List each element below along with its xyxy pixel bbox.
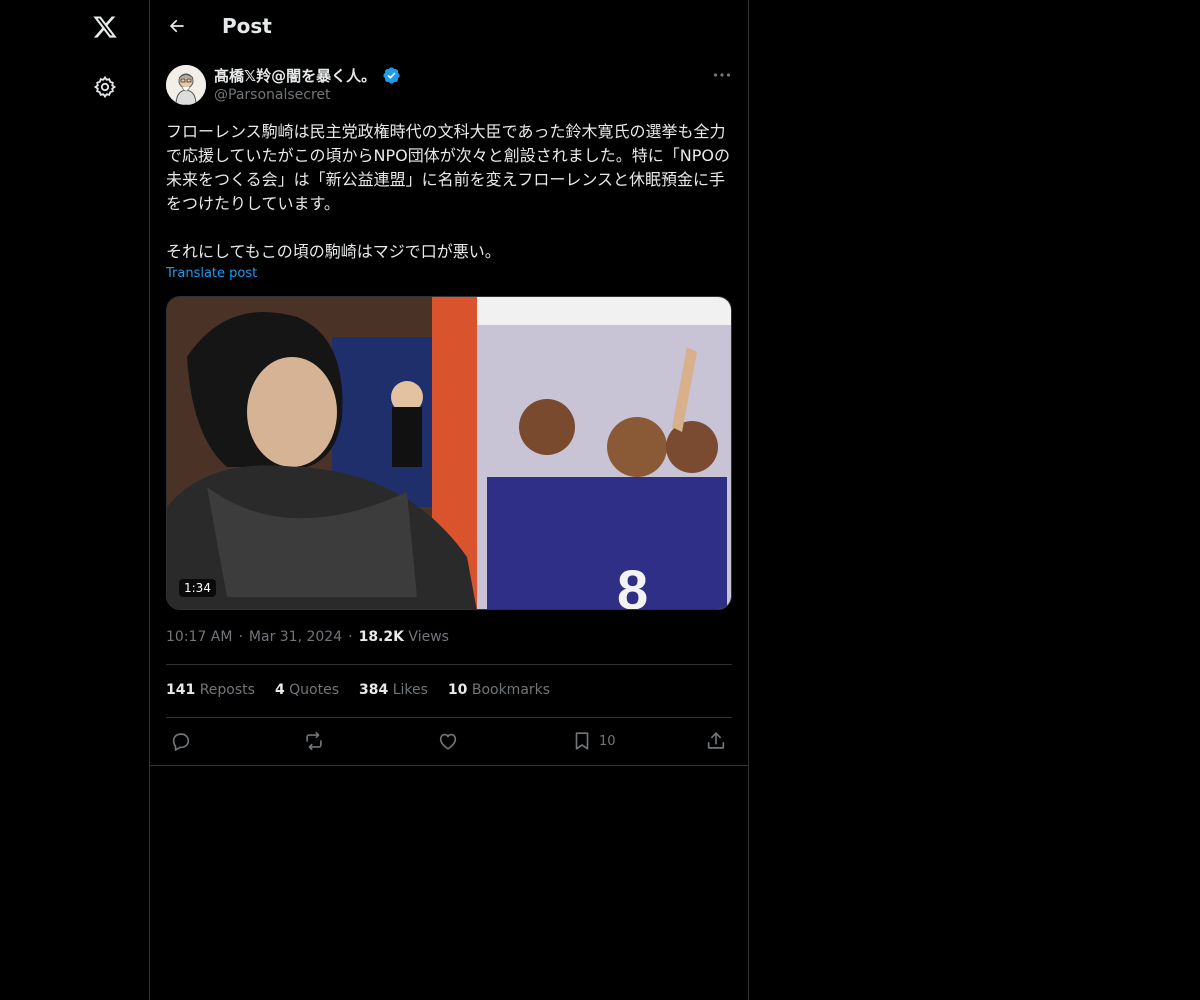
divider [150, 765, 748, 766]
divider [166, 717, 732, 718]
video-player[interactable]: 8 1:34 [166, 296, 732, 610]
bookmark-count: 10 [599, 733, 616, 749]
arrow-left-icon [170, 19, 184, 33]
views-label: Views [408, 629, 449, 645]
post-date[interactable]: Mar 31, 2024 [249, 629, 342, 645]
avatar[interactable] [166, 65, 206, 105]
quotes-stat[interactable]: 4 Quotes [275, 682, 339, 698]
video-thumbnail: 8 [167, 297, 731, 610]
more-dots-icon [713, 73, 731, 77]
bookmark-icon [575, 732, 589, 750]
repost-button[interactable] [303, 728, 325, 754]
page-title: Post [222, 14, 272, 38]
engagement-stats: 141 Reposts 4 Quotes 384 Likes 10 Bookma… [166, 682, 550, 698]
action-bar: 10 [166, 728, 732, 754]
verified-badge-icon [383, 67, 400, 84]
gear-icon[interactable] [90, 72, 120, 102]
reply-button[interactable] [170, 728, 192, 754]
post-time[interactable]: 10:17 AM [166, 629, 232, 645]
reposts-stat[interactable]: 141 Reposts [166, 682, 255, 698]
more-options-button[interactable] [710, 66, 734, 84]
bookmark-button[interactable]: 10 [571, 728, 616, 754]
divider [166, 664, 732, 665]
post-metadata: 10:17 AM · Mar 31, 2024 · 18.2K Views [166, 629, 449, 645]
svg-text:8: 8 [617, 558, 648, 610]
meta-separator: · [348, 629, 353, 645]
author-name[interactable]: 髙橋𝕏羚@闇を暴く人。 [214, 65, 376, 86]
share-icon [707, 732, 725, 749]
like-button[interactable] [437, 728, 459, 754]
share-button[interactable] [705, 728, 727, 754]
back-button[interactable] [164, 13, 190, 39]
left-navigation [0, 0, 150, 1000]
reply-icon [172, 733, 190, 751]
bookmarks-stat[interactable]: 10 Bookmarks [448, 682, 550, 698]
meta-separator: · [238, 629, 243, 645]
likes-stat[interactable]: 384 Likes [359, 682, 428, 698]
repost-icon [306, 731, 322, 751]
post-detail-column: Post 髙橋𝕏羚@闇を暴く人。 @Parsonalsecret フローレンス駒… [150, 0, 749, 1000]
translate-post-link[interactable]: Translate post [166, 266, 257, 281]
author-handle[interactable]: @Parsonalsecret [214, 87, 331, 103]
video-duration: 1:34 [179, 579, 216, 597]
heart-icon [439, 733, 457, 750]
author-row: 髙橋𝕏羚@闇を暴く人。 [214, 65, 401, 86]
post-text: フローレンス駒崎は民主党政権時代の文科大臣であった鈴木寛氏の選挙も全力で応援して… [166, 122, 730, 261]
x-logo-icon[interactable] [89, 11, 121, 43]
views-count: 18.2K [358, 629, 404, 645]
page-header: Post [150, 0, 748, 54]
